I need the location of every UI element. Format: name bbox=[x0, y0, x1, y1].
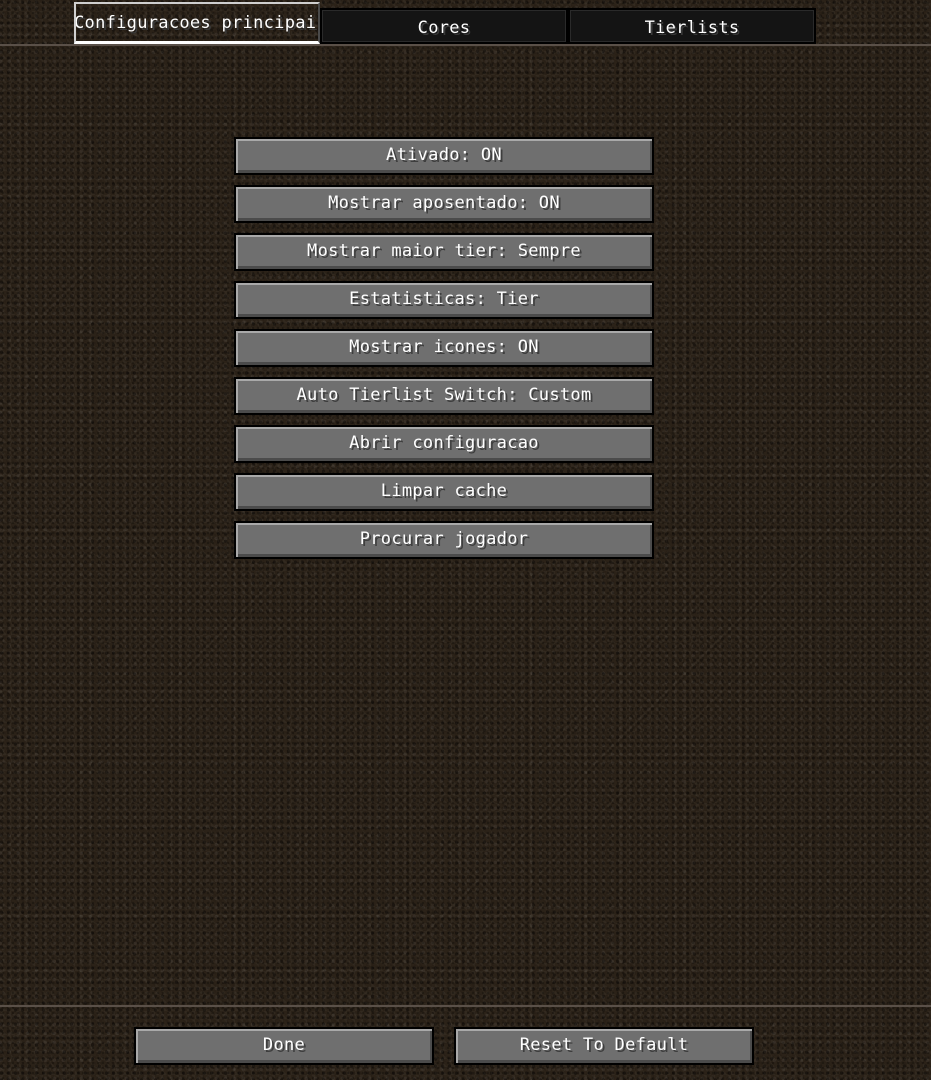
toggle-ativado-button[interactable]: Ativado: ON bbox=[234, 137, 654, 175]
toggle-mostrar-aposentado-button[interactable]: Mostrar aposentado: ON bbox=[234, 185, 654, 223]
estatisticas-button[interactable]: Estatisticas: Tier bbox=[234, 281, 654, 319]
procurar-jogador-button[interactable]: Procurar jogador bbox=[234, 521, 654, 559]
tab-label: Tierlists bbox=[644, 18, 740, 38]
tab-label: Configuracoes principais bbox=[74, 13, 320, 33]
tab-tierlists[interactable]: Tierlists bbox=[568, 8, 816, 44]
tab-label: Cores bbox=[417, 18, 471, 38]
footer-divider bbox=[0, 1005, 931, 1007]
tab-bar: Configuracoes principais Cores Tierlists bbox=[0, 0, 931, 46]
abrir-configuracao-button[interactable]: Abrir configuracao bbox=[234, 425, 654, 463]
mostrar-maior-tier-button[interactable]: Mostrar maior tier: Sempre bbox=[234, 233, 654, 271]
auto-tierlist-switch-button[interactable]: Auto Tierlist Switch: Custom bbox=[234, 377, 654, 415]
limpar-cache-button[interactable]: Limpar cache bbox=[234, 473, 654, 511]
tab-configuracoes-principais[interactable]: Configuracoes principais bbox=[74, 2, 320, 44]
tab-cores[interactable]: Cores bbox=[320, 8, 568, 44]
done-button[interactable]: Done bbox=[134, 1027, 434, 1065]
tab-bar-divider bbox=[0, 44, 931, 46]
toggle-mostrar-icones-button[interactable]: Mostrar icones: ON bbox=[234, 329, 654, 367]
reset-to-default-button[interactable]: Reset To Default bbox=[454, 1027, 754, 1065]
